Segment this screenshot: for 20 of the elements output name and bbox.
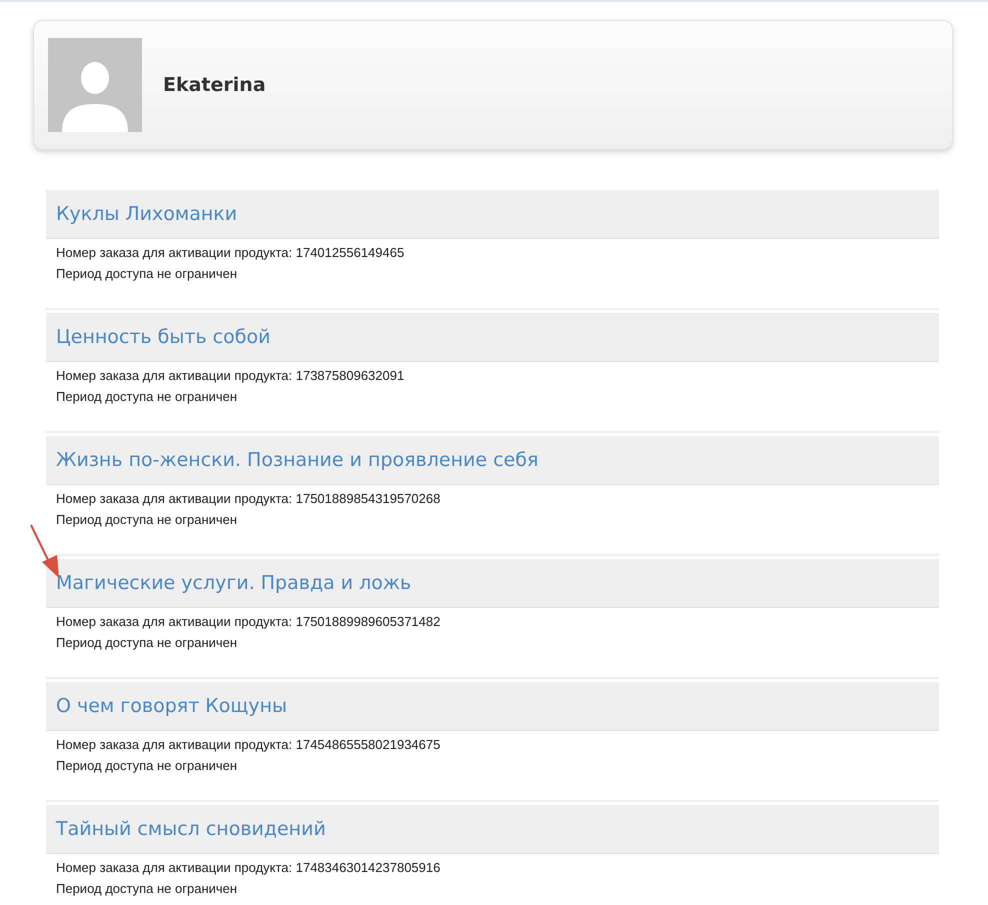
order-number-text: Номер заказа для активации продукта: 17501889989605371482 [56, 613, 442, 631]
order-number-text: Номер заказа для активации продукта: 17483463014237805916 [56, 859, 442, 877]
product-title-link[interactable]: Жизнь по-женски. Познание и проявление себя [56, 449, 538, 471]
product-title-link[interactable]: Куклы Лихоманки [56, 203, 238, 225]
order-number-text: Номер заказа для активации продукта: 173875809632091 [56, 367, 406, 385]
product-title-link[interactable]: Тайный смысл сновидений [56, 818, 326, 840]
access-period-text: Период доступа не ограничен [56, 511, 238, 529]
annotation-arrow [30, 524, 59, 578]
user-name: Ekaterina [163, 74, 266, 96]
order-number-text: Номер заказа для активации продукта: 17501889854319570268 [56, 490, 442, 508]
product-title-link[interactable]: Магические услуги. Правда и ложь [56, 572, 412, 594]
access-period-text: Период доступа не ограничен [56, 388, 238, 406]
order-number-text: Номер заказа для активации продукта: 17454865558021934675 [56, 736, 442, 754]
order-number-text: Номер заказа для активации продукта: 174012556149465 [56, 244, 406, 262]
access-period-text: Период доступа не ограничен [56, 265, 238, 283]
access-period-text: Период доступа не ограничен [56, 880, 238, 898]
access-period-text: Период доступа не ограничен [56, 634, 238, 652]
product-title-link[interactable]: Ценность быть собой [56, 326, 270, 348]
product-title-link[interactable]: О чем говорят Кощуны [56, 695, 287, 717]
access-period-text: Период доступа не ограничен [56, 757, 238, 775]
